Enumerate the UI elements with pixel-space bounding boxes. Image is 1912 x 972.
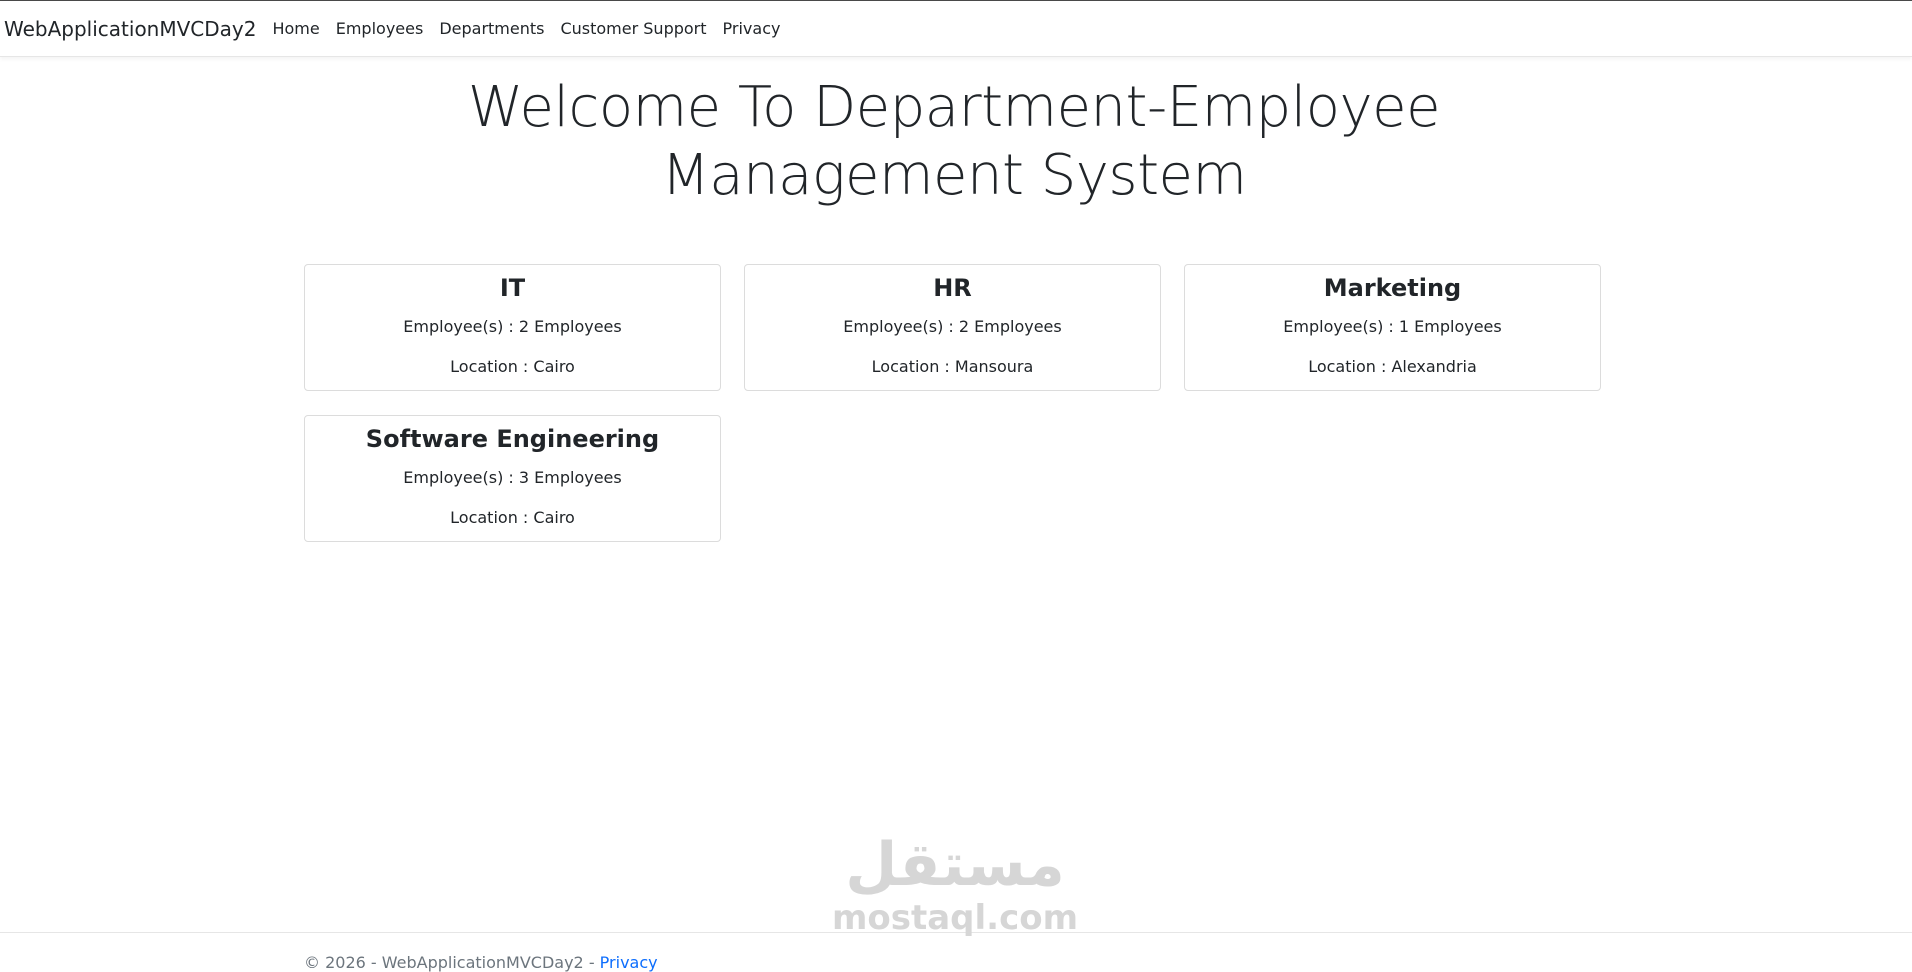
nav-link-employees[interactable]: Employees <box>336 19 424 38</box>
department-employee-count: Employee(s) : 3 Employees <box>403 468 622 487</box>
department-location: Location : Alexandria <box>1308 357 1477 376</box>
department-name: HR <box>933 274 972 302</box>
top-navbar: WebApplicationMVCDay2 Home Employees Dep… <box>0 1 1912 57</box>
footer-text: © 2026 - WebApplicationMVCDay2 - Privacy <box>304 953 658 972</box>
footer-copyright: © 2026 - WebApplicationMVCDay2 - <box>304 953 600 972</box>
mostaql-watermark-logo: مستقل mostaql.com <box>830 830 1080 940</box>
page-title: Welcome To Department-Employee Managemen… <box>467 75 1441 208</box>
department-name: IT <box>499 274 526 302</box>
department-name: Marketing <box>1323 274 1462 302</box>
department-location: Location : Cairo <box>450 508 575 527</box>
nav-link-privacy[interactable]: Privacy <box>723 19 781 38</box>
nav-link-customer-support[interactable]: Customer Support <box>560 19 706 38</box>
department-name: Software Engineering <box>365 425 660 453</box>
department-location: Location : Mansoura <box>871 357 1034 376</box>
watermark-arabic-text: مستقل <box>845 830 1065 900</box>
department-card-marketing: Marketing Employee(s) : 1 Employees Loca… <box>1184 264 1601 391</box>
nav-link-departments[interactable]: Departments <box>439 19 544 38</box>
page-footer: © 2026 - WebApplicationMVCDay2 - Privacy <box>0 932 1912 972</box>
department-card-it: IT Employee(s) : 2 Employees Location : … <box>304 264 721 391</box>
footer-privacy-link[interactable]: Privacy <box>600 953 658 972</box>
watermark-domain-text: mostaql.com <box>831 898 1079 938</box>
department-employee-count: Employee(s) : 2 Employees <box>843 317 1062 336</box>
nav-link-home[interactable]: Home <box>272 19 319 38</box>
department-location: Location : Cairo <box>450 357 575 376</box>
navbar-brand[interactable]: WebApplicationMVCDay2 <box>4 17 256 41</box>
department-employee-count: Employee(s) : 2 Employees <box>403 317 622 336</box>
department-card-software-engineering: Software Engineering Employee(s) : 3 Emp… <box>304 415 721 542</box>
department-card-hr: HR Employee(s) : 2 Employees Location : … <box>744 264 1161 391</box>
department-employee-count: Employee(s) : 1 Employees <box>1283 317 1502 336</box>
